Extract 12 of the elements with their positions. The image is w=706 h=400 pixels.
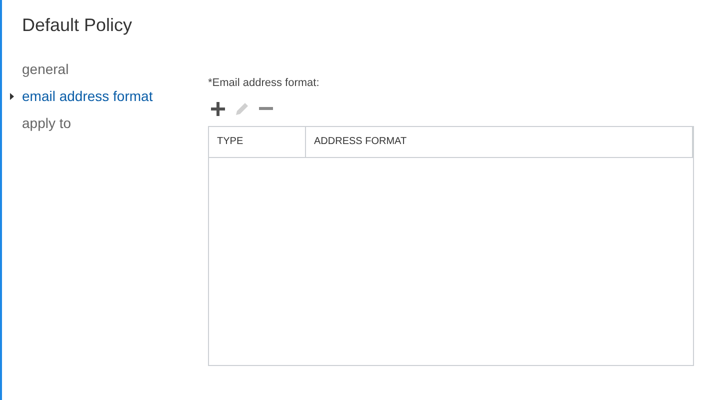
- minus-icon: [259, 107, 273, 110]
- nav-item[interactable]: apply to: [22, 113, 72, 134]
- nav-item[interactable]: general: [22, 59, 69, 80]
- pencil-icon: [234, 100, 250, 116]
- plus-icon: [210, 100, 226, 116]
- nav-item[interactable]: email address format: [22, 86, 153, 107]
- column-header[interactable]: ADDRESS FORMAT: [306, 126, 693, 156]
- column-header[interactable]: TYPE: [209, 126, 306, 156]
- page-title: Default Policy: [22, 14, 134, 37]
- add-button[interactable]: [209, 100, 227, 118]
- field-label: *Email address format:: [208, 76, 320, 91]
- caret-icon: [10, 93, 14, 100]
